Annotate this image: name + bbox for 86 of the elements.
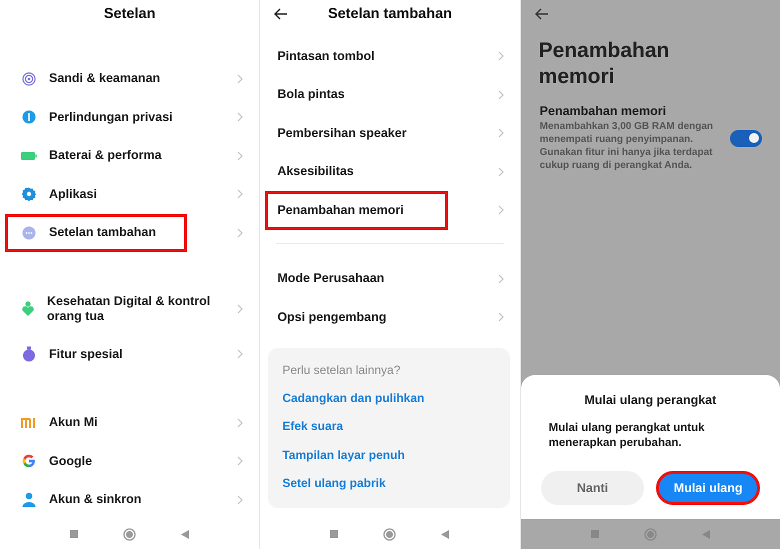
chevron-icon	[237, 304, 244, 314]
shield-icon	[22, 110, 36, 124]
settings-item[interactable]: Akun & sinkron	[0, 480, 260, 519]
settings-item[interactable]: Setelan tambahan	[0, 214, 260, 252]
chevron-icon	[498, 128, 504, 138]
item-label: Akun Mi	[49, 415, 98, 430]
chevron-icon	[237, 74, 244, 84]
item-label: Aksesibilitas	[277, 164, 354, 180]
setting-title: Penambahan memori	[540, 104, 668, 118]
chevron-icon	[498, 90, 504, 100]
settings-item[interactable]: Baterai & performa	[0, 136, 260, 175]
toggle-switch[interactable]	[730, 130, 762, 146]
flask-icon	[22, 346, 36, 362]
item-label: Setelan tambahan	[49, 225, 156, 240]
square-icon[interactable]	[590, 530, 599, 538]
chevron-icon	[498, 205, 504, 216]
settings-item[interactable]: Aplikasi	[0, 175, 260, 214]
confirm-button[interactable]: Mulai ulang	[656, 471, 760, 505]
settings-item[interactable]: Penambahan memori	[260, 191, 520, 230]
square-icon[interactable]	[330, 530, 338, 538]
settings-link[interactable]: Efek suara	[282, 412, 344, 440]
item-label: Perlindungan privasi	[49, 110, 173, 125]
item-label: Baterai & performa	[49, 148, 162, 164]
mi-logo-icon	[21, 418, 37, 428]
back-triangle-icon[interactable]	[181, 530, 190, 538]
item-label: Aplikasi	[49, 186, 97, 202]
settings-item[interactable]: Opsi pengembang	[260, 298, 520, 336]
settings-link[interactable]: Setel ulang pabrik	[282, 469, 386, 498]
settings-item[interactable]: Google	[0, 442, 260, 480]
item-label: Pintasan tombol	[277, 48, 375, 64]
item-label: Sandi & keamanan	[49, 71, 160, 86]
settings-item[interactable]: Kesehatan Digital & kontrol orang tua	[0, 283, 260, 335]
square-icon[interactable]	[70, 530, 78, 538]
chevron-icon	[237, 189, 244, 200]
page-title: Penambahan memori	[538, 38, 670, 90]
chevron-icon	[498, 51, 504, 62]
screen-title: Setelan tambahan	[328, 6, 452, 22]
back-triangle-icon[interactable]	[702, 530, 710, 538]
home-circle-icon[interactable]	[383, 528, 396, 540]
chevron-icon	[237, 228, 244, 238]
item-label: Akun & sinkron	[49, 492, 142, 508]
back-triangle-icon[interactable]	[441, 530, 450, 538]
chevron-icon	[237, 150, 244, 161]
settings-item[interactable]: Pembersihan speaker	[260, 114, 520, 152]
item-label: Kesehatan Digital & kontrol orang tua	[47, 294, 212, 324]
chevron-icon	[498, 274, 504, 284]
settings-link[interactable]: Tampilan layar penuh	[282, 440, 405, 469]
item-label: Mode Perusahaan	[277, 271, 384, 286]
chevron-icon	[237, 494, 244, 505]
settings-item[interactable]: Mode Perusahaan	[260, 260, 520, 298]
item-label: Bola pintas	[277, 87, 345, 102]
settings-item[interactable]: Sandi & keamanan	[0, 60, 260, 98]
item-label: Penambahan memori	[277, 202, 404, 218]
settings-item[interactable]: Fitur spesial	[0, 335, 260, 374]
home-circle-icon[interactable]	[123, 528, 136, 540]
chevron-icon	[498, 166, 504, 177]
dialog-message: Mulai ulang perangkat untuk menerapkan perubahan.	[548, 421, 706, 451]
google-g-icon	[22, 454, 36, 468]
home-circle-icon[interactable]	[644, 528, 657, 540]
person-icon	[22, 492, 36, 508]
chevron-icon	[237, 112, 244, 122]
battery-icon	[21, 150, 37, 161]
chevron-icon	[237, 456, 244, 466]
more-dots-icon	[22, 226, 36, 240]
settings-item[interactable]: Pintasan tombol	[260, 37, 520, 76]
back-arrow-icon[interactable]	[274, 8, 288, 20]
settings-item[interactable]: Perlindungan privasi	[0, 98, 260, 136]
settings-item[interactable]: Aksesibilitas	[260, 152, 520, 191]
setting-description: Menambahkan 3,00 GB RAM dengan menempati ruang penyimpanan. Gunakan fitur ini hanya jika terdapat cukup ruang di perangkat Anda.	[540, 120, 714, 172]
item-label: Google	[49, 454, 92, 469]
chevron-icon	[237, 418, 244, 428]
gear-icon	[22, 187, 36, 202]
item-label: Opsi pengembang	[277, 310, 386, 325]
cancel-button[interactable]: Nanti	[540, 471, 644, 505]
settings-item[interactable]: Akun Mi	[0, 404, 260, 442]
settings-item[interactable]: Bola pintas	[260, 76, 520, 114]
item-label: Pembersihan speaker	[277, 126, 407, 141]
person-heart-icon	[21, 301, 35, 317]
settings-link[interactable]: Cadangkan dan pulihkan	[282, 384, 424, 412]
screen-title: Setelan	[104, 6, 156, 22]
fingerprint-icon	[22, 72, 36, 86]
dialog-title: Mulai ulang perangkat	[583, 393, 718, 407]
item-label: Fitur spesial	[49, 346, 123, 362]
chevron-icon	[498, 312, 504, 322]
chevron-icon	[237, 349, 244, 360]
card-heading: Perlu setelan lainnya?	[282, 362, 402, 378]
